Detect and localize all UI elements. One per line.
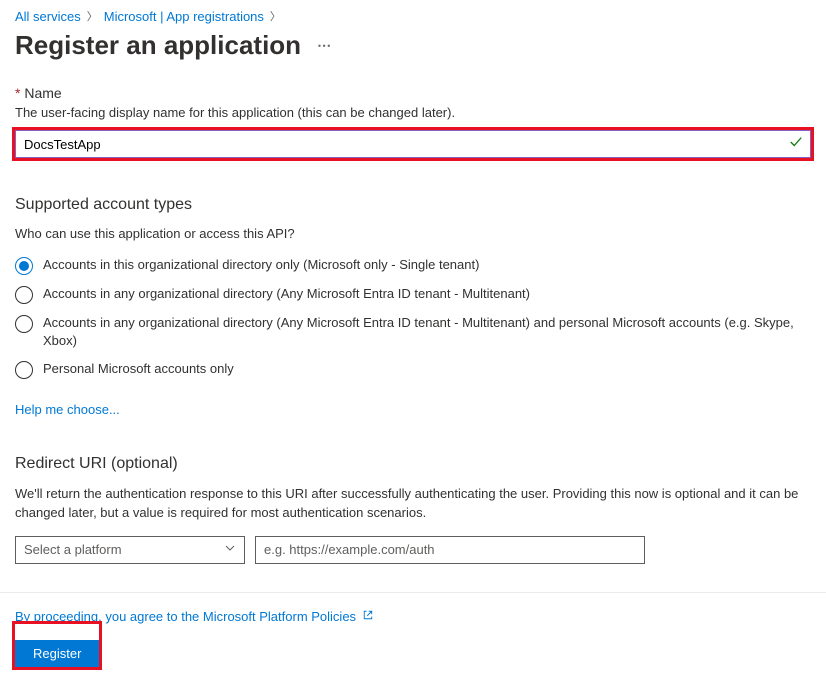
redirect-uri-heading: Redirect URI (optional) [15,455,811,473]
external-link-icon [362,609,374,624]
radio-label: Personal Microsoft accounts only [43,360,234,378]
redirect-uri-row: Select a platform [15,536,811,564]
redirect-uri-help: We'll return the authentication response… [15,485,811,521]
radio-icon [15,315,33,333]
footer-divider [0,592,826,593]
radio-personal-only[interactable]: Personal Microsoft accounts only [15,355,811,384]
name-input[interactable] [15,130,811,158]
radio-label: Accounts in any organizational directory… [43,285,530,303]
radio-label: Accounts in any organizational directory… [43,314,811,350]
register-button[interactable]: Register [15,640,99,667]
more-actions-icon[interactable]: ⋯ [313,33,335,58]
register-button-highlight: Register [15,624,99,667]
name-help-text: The user-facing display name for this ap… [15,105,811,120]
breadcrumb-app-registrations[interactable]: Microsoft | App registrations [104,9,264,24]
page-title-text: Register an application [15,30,301,61]
redirect-uri-input[interactable] [255,536,645,564]
required-asterisk: * [15,85,20,101]
checkmark-icon [789,135,803,152]
account-types-question: Who can use this application or access t… [15,226,811,241]
account-types-radio-group: Accounts in this organizational director… [15,251,811,384]
page-title: Register an application ⋯ [15,30,811,61]
radio-multitenant[interactable]: Accounts in any organizational directory… [15,280,811,309]
policy-link-text: By proceeding, you agree to the Microsof… [15,609,356,624]
chevron-right-icon: 〉 [87,8,98,24]
radio-multitenant-personal[interactable]: Accounts in any organizational directory… [15,309,811,355]
name-input-highlight [15,130,811,158]
name-field-label: * Name [15,85,811,101]
radio-icon [15,286,33,304]
chevron-right-icon: 〉 [270,8,281,24]
platform-select-label: Select a platform [24,542,122,557]
breadcrumb: All services 〉 Microsoft | App registrat… [15,8,811,24]
platform-policies-link[interactable]: By proceeding, you agree to the Microsof… [15,609,374,624]
platform-select[interactable]: Select a platform [15,536,245,564]
radio-label: Accounts in this organizational director… [43,256,479,274]
radio-icon [15,257,33,275]
help-me-choose-link[interactable]: Help me choose... [15,402,120,417]
chevron-down-icon [224,542,236,557]
breadcrumb-all-services[interactable]: All services [15,9,81,24]
radio-single-tenant[interactable]: Accounts in this organizational director… [15,251,811,280]
radio-icon [15,361,33,379]
account-types-heading: Supported account types [15,196,811,214]
